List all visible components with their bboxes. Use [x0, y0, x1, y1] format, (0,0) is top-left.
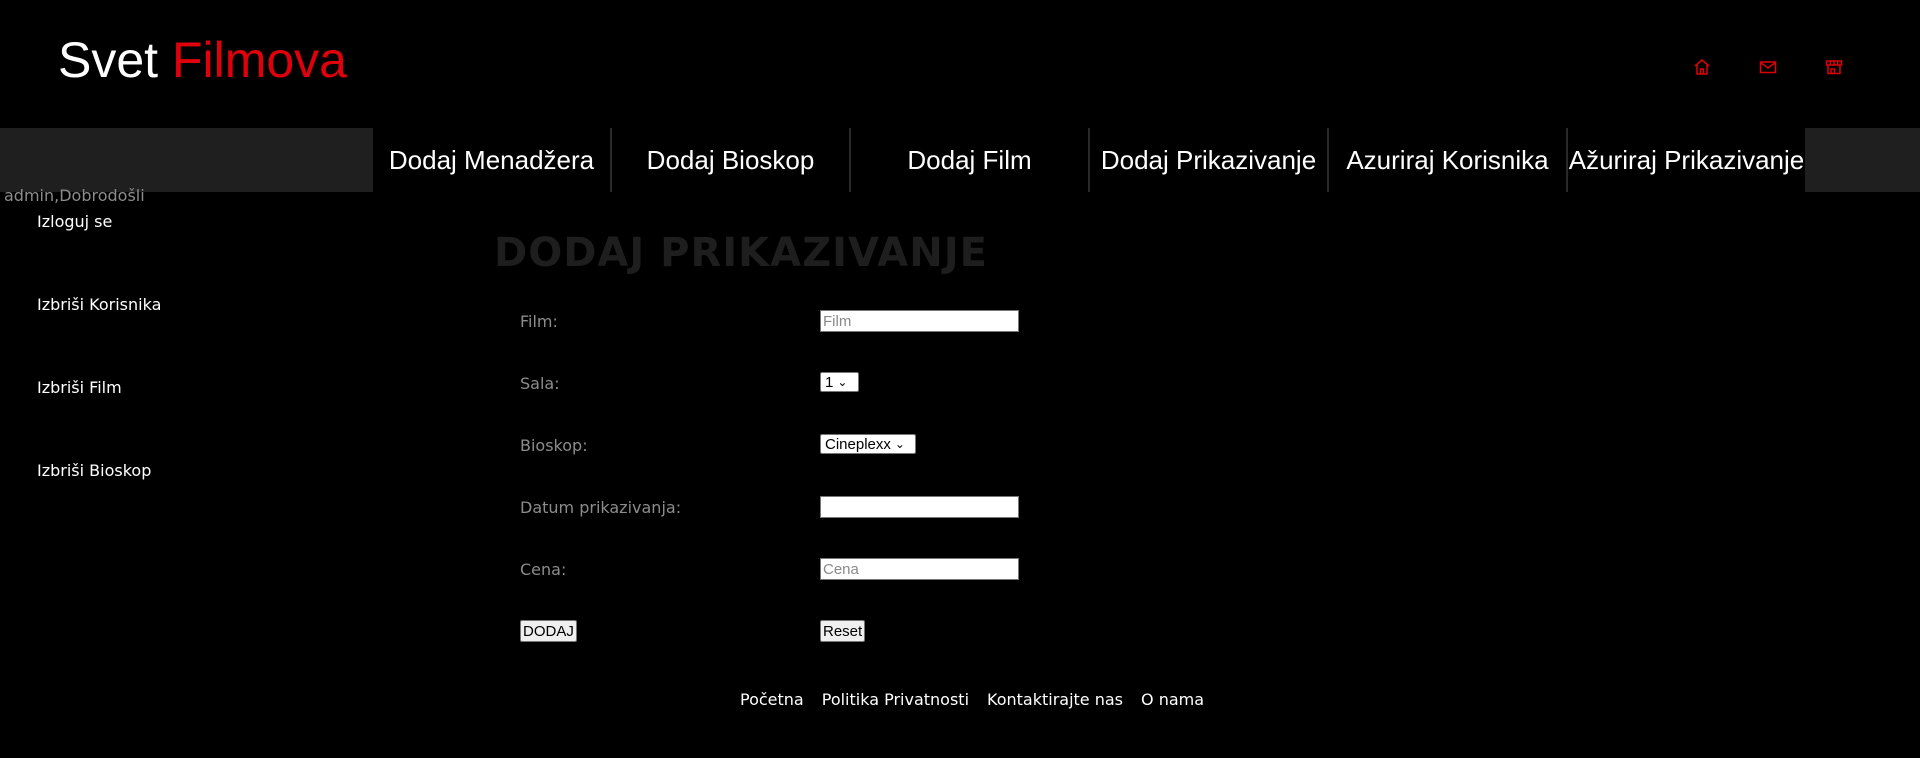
form-row-cena: Cena:: [520, 558, 1040, 582]
sala-select[interactable]: 1 ⌄: [820, 372, 859, 392]
form-row-buttons: DODAJ Reset: [520, 620, 1040, 644]
sidebar-item-logout[interactable]: Izloguj se: [37, 212, 161, 295]
nav-item-azuriraj-korisnika[interactable]: Azuriraj Korisnika: [1329, 128, 1566, 192]
sidebar: Izloguj se Izbriši Korisnika Izbriši Fil…: [37, 212, 161, 544]
film-input[interactable]: [820, 310, 1019, 332]
nav-item-dodaj-film[interactable]: Dodaj Film: [851, 128, 1088, 192]
nav-menu: Dodaj Menadžera Dodaj Bioskop Dodaj Film…: [373, 128, 1805, 192]
logo-text-red: Filmova: [171, 32, 347, 88]
footer-link-home[interactable]: Početna: [740, 690, 804, 709]
sidebar-item-delete-user[interactable]: Izbriši Korisnika: [37, 295, 161, 378]
submit-button[interactable]: DODAJ: [520, 620, 577, 642]
nav-item-dodaj-bioskop[interactable]: Dodaj Bioskop: [612, 128, 849, 192]
site-logo[interactable]: Svet Filmova: [58, 30, 347, 90]
nav-item-dodaj-prikazivanje[interactable]: Dodaj Prikazivanje: [1090, 128, 1327, 192]
nav-item-azuriraj-prikazivanje[interactable]: Ažuriraj Prikazivanje: [1568, 128, 1805, 192]
form-row-bioskop: Bioskop: Cineplexx ⌄: [520, 434, 1040, 458]
cena-input[interactable]: [820, 558, 1019, 580]
form-row-sala: Sala: 1 ⌄: [520, 372, 1040, 396]
reset-button[interactable]: Reset: [820, 620, 866, 642]
footer-links: Početna Politika Privatnosti Kontaktiraj…: [740, 690, 1204, 709]
bioskop-select-value: Cineplexx: [825, 435, 891, 453]
chevron-down-icon: ⌄: [837, 375, 848, 389]
form-row-datum: Datum prikazivanja:: [520, 496, 1040, 520]
page: Svet Filmova Dodaj Menadžera Dodaj Biosk…: [0, 0, 1920, 758]
sala-select-value: 1: [825, 373, 834, 391]
nav-item-dodaj-menadzera[interactable]: Dodaj Menadžera: [373, 128, 610, 192]
film-label: Film:: [520, 312, 558, 331]
welcome-text: admin,Dobrodošli: [4, 186, 145, 205]
footer-link-privacy[interactable]: Politika Privatnosti: [822, 690, 969, 709]
sidebar-item-delete-film[interactable]: Izbriši Film: [37, 378, 161, 461]
mail-icon[interactable]: [1756, 55, 1780, 79]
datum-label: Datum prikazivanja:: [520, 498, 682, 517]
bioskop-label: Bioskop:: [520, 436, 588, 455]
cena-label: Cena:: [520, 560, 567, 579]
form-row-film: Film:: [520, 310, 1040, 334]
logo-text-white: Svet: [58, 32, 159, 88]
chevron-down-icon: ⌄: [894, 437, 905, 451]
store-icon[interactable]: [1822, 55, 1846, 79]
sala-label: Sala:: [520, 374, 560, 393]
datum-input[interactable]: [820, 496, 1019, 518]
bioskop-select[interactable]: Cineplexx ⌄: [820, 434, 916, 454]
main-navbar: Dodaj Menadžera Dodaj Bioskop Dodaj Film…: [0, 128, 1920, 192]
footer-link-about[interactable]: O nama: [1141, 690, 1204, 709]
sidebar-item-delete-cinema[interactable]: Izbriši Bioskop: [37, 461, 161, 544]
page-title: DODAJ PRIKAZIVANJE: [494, 230, 988, 276]
footer-link-contact[interactable]: Kontaktirajte nas: [987, 690, 1123, 709]
home-icon[interactable]: [1690, 55, 1714, 79]
header-icons: [1690, 55, 1846, 79]
